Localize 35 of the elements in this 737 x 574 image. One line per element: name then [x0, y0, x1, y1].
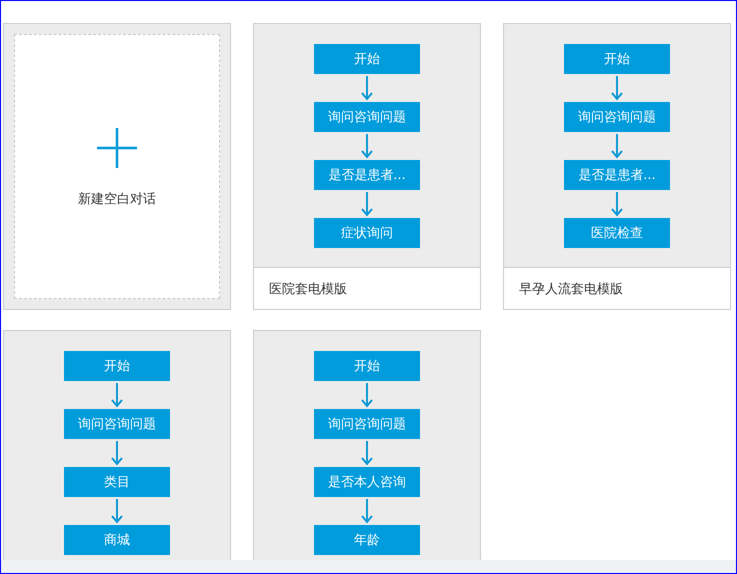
- flow-node: 年龄: [314, 525, 420, 555]
- flow-node: 是否本人咨询: [314, 467, 420, 497]
- new-dialog-card[interactable]: 新建空白对话: [3, 23, 231, 310]
- plus-icon: [97, 128, 137, 168]
- down-arrow-icon: [361, 440, 373, 466]
- down-arrow-icon: [361, 191, 373, 217]
- flow-node: 开始: [64, 351, 170, 381]
- flow-node: 是否是患者...: [564, 160, 670, 190]
- template-card[interactable]: 开始 询问咨询问题 是否是患者... 医院检查 早孕人流套电模版: [503, 23, 731, 310]
- down-arrow-icon: [361, 75, 373, 101]
- flow-node: 是否是患者...: [314, 160, 420, 190]
- template-card[interactable]: 开始 询问咨询问题 是否是患者... 症状询问 医院套电模版: [253, 23, 481, 310]
- flow-node: 开始: [314, 44, 420, 74]
- flow-node: 医院检查: [564, 218, 670, 248]
- flow-node: 开始: [564, 44, 670, 74]
- down-arrow-icon: [111, 440, 123, 466]
- flow-node: 询问咨询问题: [314, 102, 420, 132]
- flow-node: 开始: [314, 351, 420, 381]
- down-arrow-icon: [611, 133, 623, 159]
- new-dialog-label: 新建空白对话: [78, 191, 156, 208]
- template-name: 医院套电模版: [254, 267, 480, 309]
- down-arrow-icon: [361, 498, 373, 524]
- down-arrow-icon: [361, 133, 373, 159]
- flow-node: 询问咨询问题: [314, 409, 420, 439]
- flow-node: 类目: [64, 467, 170, 497]
- down-arrow-icon: [361, 382, 373, 408]
- flow-node: 询问咨询问题: [64, 409, 170, 439]
- flow-node: 询问咨询问题: [564, 102, 670, 132]
- flow-node: 症状询问: [314, 218, 420, 248]
- template-name: 早孕人流套电模版: [504, 267, 730, 309]
- down-arrow-icon: [111, 382, 123, 408]
- down-arrow-icon: [611, 191, 623, 217]
- down-arrow-icon: [111, 498, 123, 524]
- down-arrow-icon: [611, 75, 623, 101]
- flow-node: 商城: [64, 525, 170, 555]
